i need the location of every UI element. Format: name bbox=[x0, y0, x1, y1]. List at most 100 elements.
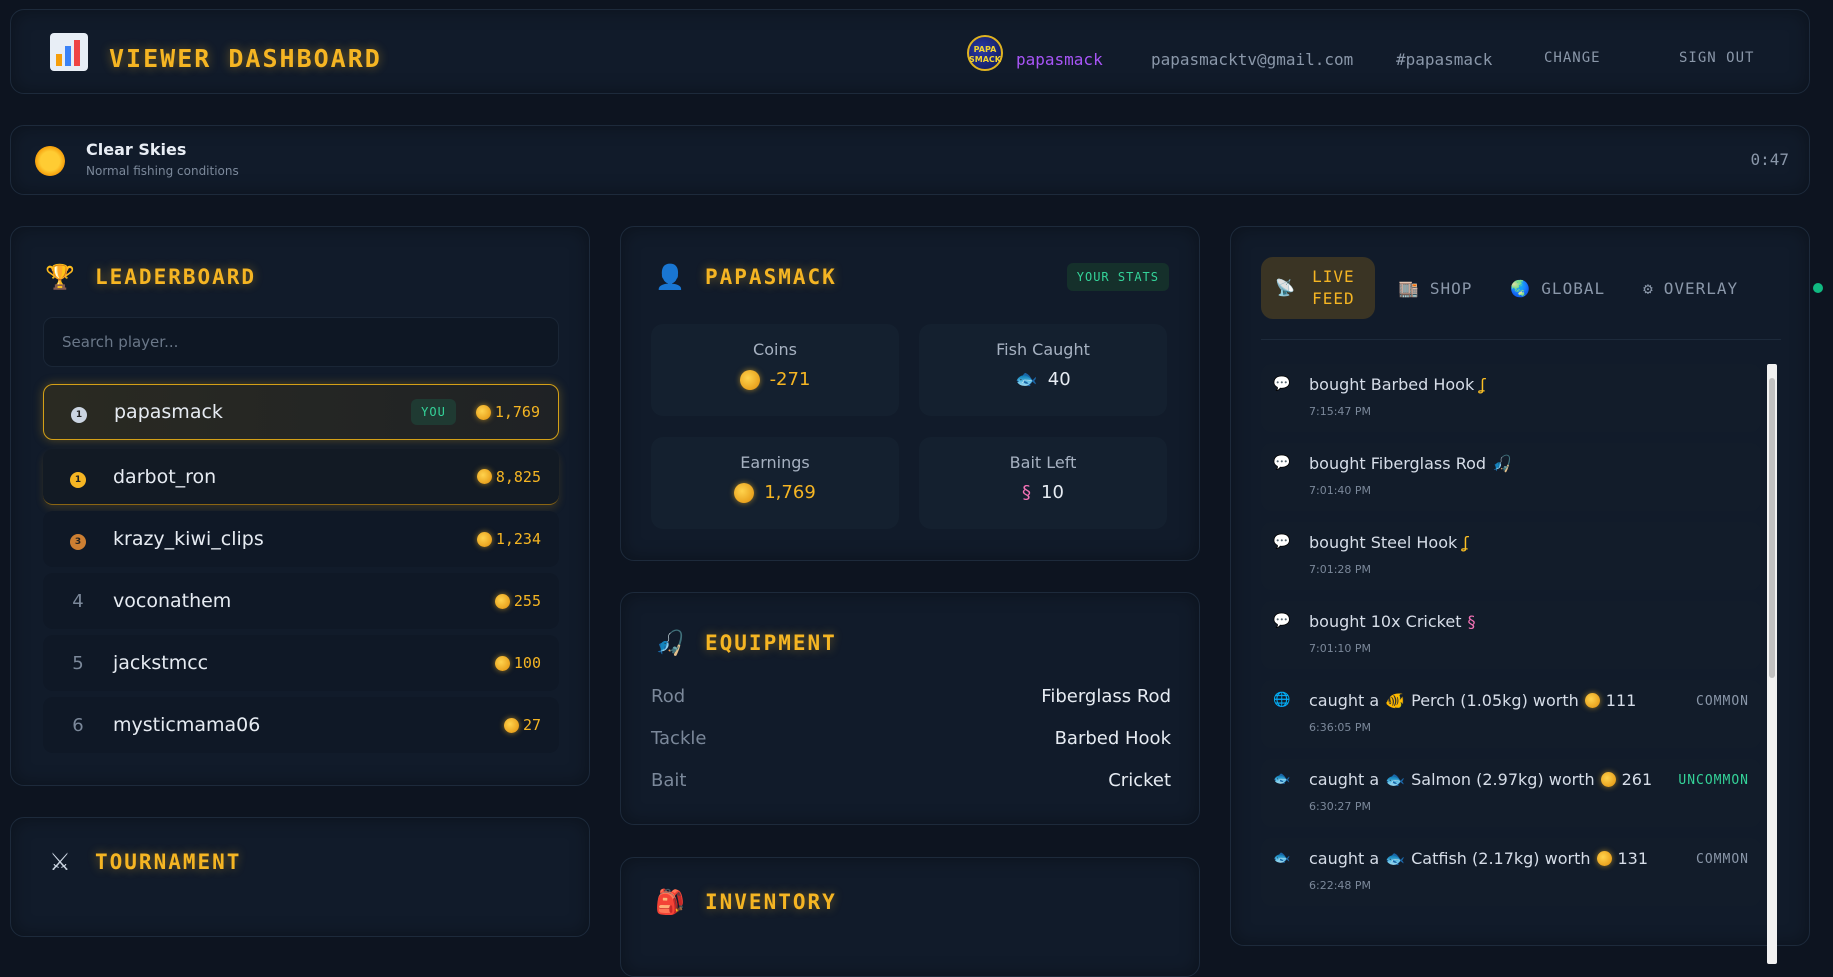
tab-overlay[interactable]: ⚙ OVERLAY bbox=[1629, 257, 1752, 319]
feed-item: 🌐 caught a 🐠 Perch (1.05kg) worth 111 6:36:… bbox=[1261, 680, 1761, 748]
feed-fish: Catfish (2.17kg) worth bbox=[1411, 849, 1591, 868]
leaderboard-header: 🏆 LEADERBOARD bbox=[45, 263, 256, 291]
earnings-card: Earnings 1,769 bbox=[651, 437, 899, 529]
fish-caught-card: Fish Caught 🐟 40 bbox=[919, 324, 1167, 416]
player-rank: 4 bbox=[72, 590, 84, 612]
leaderboard-row[interactable]: 1 darbot_ron 8,825 bbox=[43, 449, 559, 505]
feed-fish: Salmon (2.97kg) worth bbox=[1411, 770, 1595, 789]
scrollbar[interactable] bbox=[1767, 364, 1777, 964]
feed-text: caught a bbox=[1309, 691, 1380, 710]
earnings-value: 1,769 bbox=[764, 482, 816, 503]
fishing-rod-icon: 🎣 bbox=[655, 629, 685, 657]
coin-icon bbox=[476, 531, 492, 547]
feed-fish: Perch (1.05kg) worth bbox=[1411, 691, 1579, 710]
tab-shop[interactable]: 🏬 SHOP bbox=[1385, 257, 1486, 319]
medal-icon: 1 bbox=[70, 471, 86, 488]
feed-item: 💬 bought Barbed Hook ʆ 7:15:47 PM bbox=[1261, 364, 1761, 432]
user-icon: 👤 bbox=[655, 263, 685, 291]
username-link[interactable]: papasmack bbox=[1016, 50, 1103, 69]
feed-text: bought Barbed Hook bbox=[1309, 375, 1475, 394]
change-button[interactable]: CHANGE bbox=[1544, 50, 1601, 66]
you-badge: YOU bbox=[411, 399, 456, 425]
player-name: jackstmcc bbox=[113, 652, 209, 674]
search-input[interactable] bbox=[43, 317, 559, 367]
feed-time: 6:30:27 PM bbox=[1309, 800, 1372, 813]
tab-live-feed[interactable]: 📡 LIVE FEED bbox=[1261, 257, 1375, 319]
page-title: VIEWER DASHBOARD bbox=[109, 44, 382, 73]
rarity-badge: COMMON bbox=[1696, 694, 1749, 709]
player-coins: 8,825 bbox=[495, 467, 541, 486]
tab-overlay-label: OVERLAY bbox=[1663, 278, 1739, 298]
feed-text: caught a bbox=[1309, 770, 1380, 789]
app-header: VIEWER DASHBOARD PAPA SMACK papasmack pa… bbox=[10, 9, 1810, 94]
feed-text: bought 10x Cricket bbox=[1309, 612, 1462, 631]
feed-item: 💬 bought Fiberglass Rod 🎣 7:01:40 PM bbox=[1261, 443, 1761, 511]
equipment-panel: 🎣 EQUIPMENT Rod Fiberglass Rod Tackle Ba… bbox=[620, 592, 1200, 825]
tackle-label: Tackle bbox=[651, 728, 707, 749]
player-name: krazy_kiwi_clips bbox=[113, 528, 264, 550]
fish-icon: 🐟 bbox=[1385, 849, 1406, 868]
feed-text: caught a bbox=[1309, 849, 1380, 868]
crossed-swords-icon: ⚔ bbox=[49, 848, 71, 876]
medal-icon: 1 bbox=[71, 407, 87, 423]
tournament-title: TOURNAMENT bbox=[95, 850, 242, 874]
bait-left-card: Bait Left § 10 bbox=[919, 437, 1167, 529]
tab-global[interactable]: 🌏 GLOBAL bbox=[1496, 257, 1619, 319]
leaderboard-row[interactable]: 5 jackstmcc 100 bbox=[43, 635, 559, 691]
fish-caught-label: Fish Caught bbox=[996, 340, 1090, 359]
coin-icon bbox=[1584, 693, 1600, 708]
leaderboard-row[interactable]: 1 papasmack YOU 1,769 bbox=[43, 384, 559, 440]
leaderboard-title: LEADERBOARD bbox=[95, 265, 257, 289]
tab-global-label: GLOBAL bbox=[1541, 278, 1606, 298]
coin-icon bbox=[494, 593, 510, 609]
bait-left-value: 10 bbox=[1041, 482, 1064, 503]
scrollbar-thumb[interactable] bbox=[1769, 378, 1775, 678]
fishing-rod-icon: 🎣 bbox=[1492, 454, 1512, 473]
feed-item: 🐟 caught a 🐟 Catfish (2.17kg) worth 131 6:2… bbox=[1261, 838, 1761, 906]
trophy-icon: 🏆 bbox=[45, 263, 75, 291]
weather-subtitle: Normal fishing conditions bbox=[86, 164, 239, 178]
leaderboard-row[interactable]: 3 krazy_kiwi_clips 1,234 bbox=[43, 511, 559, 567]
sign-out-button[interactable]: SIGN OUT bbox=[1679, 50, 1754, 66]
hook-icon: ʆ bbox=[1480, 375, 1486, 394]
coins-label: Coins bbox=[753, 340, 797, 359]
feed-text: bought Steel Hook bbox=[1309, 533, 1458, 552]
rod-value: Fiberglass Rod bbox=[1041, 686, 1171, 707]
worm-icon: § bbox=[1467, 612, 1476, 631]
coin-icon bbox=[734, 482, 755, 503]
tournament-header: ⚔ TOURNAMENT bbox=[45, 848, 241, 876]
leaderboard-row[interactable]: 4 voconathem 255 bbox=[43, 573, 559, 629]
fish-icon: 🐟 bbox=[1273, 771, 1291, 787]
fish-icon: 🐠 bbox=[1385, 691, 1406, 710]
user-email: papasmacktv@gmail.com bbox=[1151, 50, 1354, 69]
globe-icon: 🌏 bbox=[1510, 278, 1532, 298]
status-dot bbox=[1813, 283, 1823, 293]
feed-worth: 131 bbox=[1617, 849, 1649, 868]
equipment-row-bait: Bait Cricket bbox=[651, 770, 1171, 791]
inventory-title: INVENTORY bbox=[705, 890, 837, 914]
feed-panel: 📡 LIVE FEED 🏬 SHOP 🌏 GLOBAL ⚙ OVERLAY 💬 … bbox=[1230, 226, 1823, 964]
player-name: papasmack bbox=[114, 401, 223, 423]
store-icon: 🏬 bbox=[1398, 278, 1420, 298]
worm-icon: § bbox=[1022, 482, 1032, 503]
rod-label: Rod bbox=[651, 686, 686, 707]
coin-icon bbox=[1596, 851, 1612, 866]
feed-time: 7:01:10 PM bbox=[1309, 642, 1372, 655]
coin-icon bbox=[494, 655, 510, 671]
divider bbox=[1261, 339, 1781, 340]
live-feed-list[interactable]: 💬 bought Barbed Hook ʆ 7:15:47 PM 💬 bough… bbox=[1261, 364, 1781, 964]
speech-bubble-icon: 💬 bbox=[1273, 376, 1291, 392]
weather-title: Clear Skies bbox=[86, 140, 187, 159]
player-coins: 100 bbox=[513, 654, 541, 672]
player-coins: 27 bbox=[522, 716, 541, 734]
earnings-label: Earnings bbox=[740, 453, 810, 472]
tackle-value: Barbed Hook bbox=[1054, 728, 1171, 749]
satellite-icon: 📡 bbox=[1275, 278, 1296, 297]
rarity-badge: COMMON bbox=[1696, 852, 1749, 867]
hook-icon: ʆ bbox=[1463, 533, 1469, 552]
leaderboard-row[interactable]: 6 mysticmama06 27 bbox=[43, 697, 559, 753]
stats-title: PAPASMACK bbox=[705, 265, 837, 289]
player-name: mysticmama06 bbox=[113, 714, 261, 736]
speech-bubble-icon: 💬 bbox=[1273, 613, 1291, 629]
coin-icon bbox=[475, 404, 491, 420]
